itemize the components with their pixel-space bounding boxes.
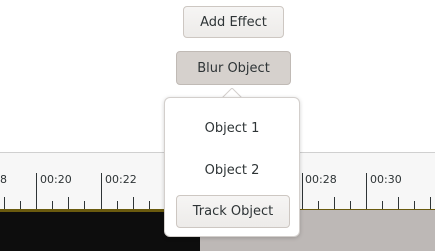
track-object-button[interactable]: Track Object [176,195,290,228]
tick-label: 00:22 [105,173,137,186]
object-2-item[interactable]: Object 2 [175,153,289,187]
tick-label: 00:28 [305,173,337,186]
add-effect-button[interactable]: Add Effect [183,6,284,38]
blur-object-button[interactable]: Blur Object [176,51,291,85]
object-popover: Object 1 Object 2 Track Object [164,97,300,237]
tick-label: 00:20 [40,173,72,186]
tick-label: 00:30 [370,173,402,186]
object-1-item[interactable]: Object 1 [175,111,289,145]
tick-label: 8 [0,173,7,186]
